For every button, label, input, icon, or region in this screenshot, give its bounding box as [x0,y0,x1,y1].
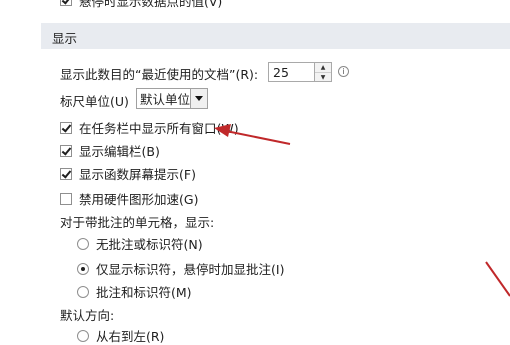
annotation-arrow-taskbar [214,124,291,145]
annotation-arrows [214,124,510,297]
annotation-arrow-lower [485,261,510,297]
